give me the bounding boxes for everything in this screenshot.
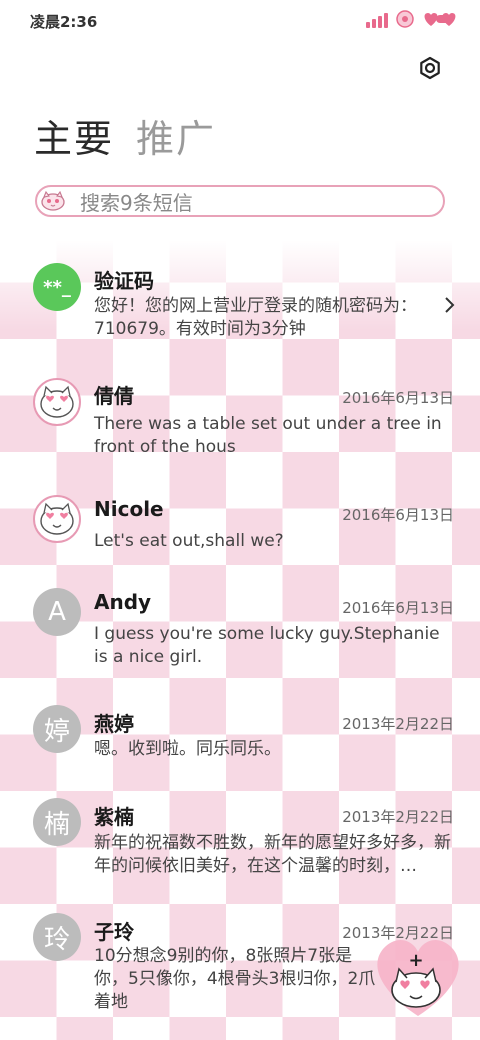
contact-name: 验证码 — [94, 269, 154, 293]
search-placeholder: 搜索9条短信 — [80, 190, 193, 215]
flower-icon — [396, 10, 414, 28]
message-date: 2013年2月22日 — [342, 808, 454, 826]
status-time: 凌晨2:36 — [30, 13, 98, 31]
compose-button[interactable]: + — [372, 932, 464, 1018]
avatar-text: **_ — [43, 276, 71, 298]
message-preview: 您好！您的网上营业厅登录的随机密码为：710679。有效时间为3分钟 — [94, 296, 417, 339]
message-date: 2016年6月13日 — [342, 599, 454, 617]
message-preview: Let's eat out,shall we? — [94, 531, 284, 551]
avatar: A — [33, 588, 81, 636]
cat-avatar-icon — [40, 502, 74, 535]
contact-name: 紫楠 — [94, 805, 134, 829]
contact-name: 燕婷 — [94, 712, 134, 736]
contact-name: 倩倩 — [94, 384, 134, 408]
message-preview: 嗯。收到啦。同乐同乐。 — [94, 739, 281, 759]
tab-bar: 主要 推广 — [34, 108, 216, 163]
search-input[interactable]: 搜索9条短信 — [35, 185, 445, 217]
battery-heart-icon — [424, 13, 456, 26]
plus-icon: + — [408, 950, 423, 971]
contact-name: 子玲 — [94, 920, 134, 944]
avatar-text: 玲 — [43, 924, 70, 955]
avatar — [33, 378, 81, 426]
message-preview: There was a table set out under a tree i… — [94, 414, 442, 457]
avatar-text: A — [48, 597, 66, 627]
message-date: 2013年2月22日 — [342, 715, 454, 733]
status-bar: 凌晨2:36 — [0, 0, 480, 40]
signal-icon — [366, 10, 388, 28]
tab-promotions[interactable]: 推广 — [136, 108, 216, 163]
status-icons — [366, 9, 458, 29]
avatar — [33, 495, 81, 543]
message-preview: 新年的祝福数不胜数，新年的愿望好多好多，新年的问候依旧美好，在这个温馨的时刻，… — [94, 833, 451, 876]
message-preview: I guess you're some lucky guy.Stephanie … — [94, 624, 440, 667]
avatar: 楠 — [33, 798, 81, 846]
chevron-right-icon[interactable] — [443, 296, 457, 314]
avatar: 婷 — [33, 705, 81, 753]
cat-avatar-icon — [40, 385, 74, 418]
message-preview: 10分想念9别的你，8张照片7张是你，5只像你，4根骨头3根归你，2爪着地 — [94, 946, 376, 1012]
contact-name: Nicole — [94, 497, 164, 521]
message-date: 2016年6月13日 — [342, 506, 454, 524]
avatar: **_ — [33, 263, 81, 311]
message-date: 2016年6月13日 — [342, 389, 454, 407]
contact-name: Andy — [94, 590, 152, 614]
avatar-text: 婷 — [43, 716, 70, 747]
settings-icon[interactable] — [418, 56, 442, 80]
cat-search-icon — [41, 191, 65, 211]
tab-primary[interactable]: 主要 — [34, 108, 114, 163]
avatar: 玲 — [33, 913, 81, 961]
avatar-text: 楠 — [43, 809, 70, 840]
